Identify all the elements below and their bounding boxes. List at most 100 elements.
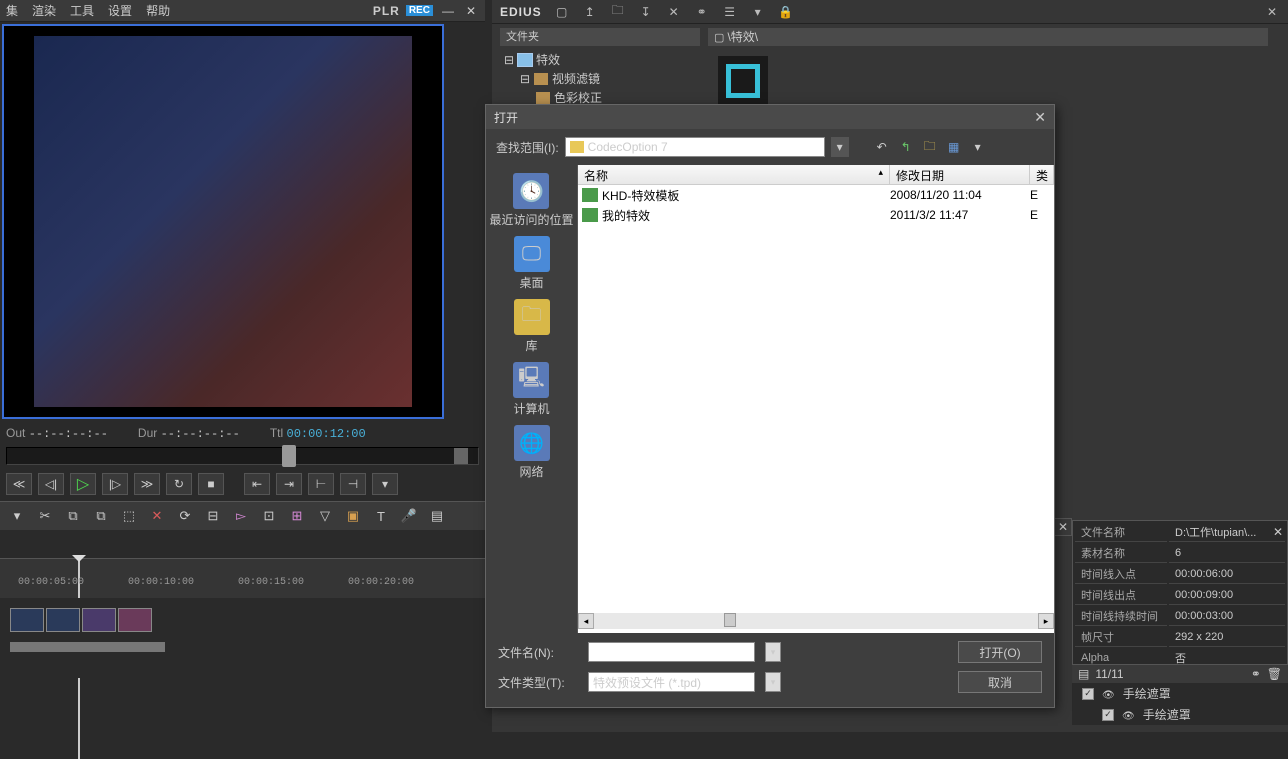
scroll-thumb[interactable] [724, 613, 736, 627]
step-back-button[interactable]: ◁| [38, 473, 64, 495]
link-icon[interactable]: ⚭ [1251, 667, 1261, 681]
menu-help[interactable]: 帮助 [146, 2, 170, 19]
stop-button[interactable]: ■ [198, 473, 224, 495]
group-icon[interactable]: ▣ [342, 506, 364, 526]
tree-toggle[interactable]: ⊟ [504, 53, 514, 67]
filename-dropdown[interactable]: ▾ [765, 642, 781, 662]
place-network[interactable]: 🌐网络 [514, 425, 550, 480]
cut-icon[interactable]: ✂ [34, 506, 56, 526]
view-dropdown[interactable]: ▾ [969, 138, 987, 156]
open-button[interactable]: 打开(O) [958, 641, 1042, 663]
place-computer[interactable]: 🖳计算机 [513, 362, 549, 417]
split-icon[interactable]: ⊟ [202, 506, 224, 526]
loop-button[interactable]: ↻ [166, 473, 192, 495]
tree-toggle[interactable]: ⊟ [520, 72, 530, 86]
more-button[interactable]: ▾ [372, 473, 398, 495]
play-button[interactable]: ▷ [70, 473, 96, 495]
dropdown-icon[interactable]: ▾ [6, 506, 28, 526]
menu-tools[interactable]: 工具 [70, 2, 94, 19]
tree-label[interactable]: 特效 [536, 51, 560, 68]
eye-icon[interactable] [1102, 687, 1115, 701]
layer-row[interactable]: ✓ 手绘遮罩 [1072, 683, 1288, 704]
col-type[interactable]: 类 [1030, 165, 1054, 184]
list-icon[interactable]: ☰ [722, 4, 738, 20]
eye-icon[interactable] [1122, 708, 1135, 722]
export-icon[interactable]: ▤ [426, 506, 448, 526]
track-area[interactable] [0, 598, 485, 678]
effect-thumbnail[interactable] [718, 56, 768, 106]
up-button[interactable]: ↰ [897, 138, 915, 156]
file-list-header[interactable]: 名称▴ 修改日期 类 [578, 165, 1054, 185]
text-icon[interactable]: T [370, 506, 392, 526]
visibility-checkbox[interactable]: ✓ [1082, 688, 1094, 700]
up-icon[interactable]: ↥ [582, 4, 598, 20]
scroll-left[interactable]: ◂ [578, 613, 594, 629]
minimize-button[interactable]: — [439, 4, 457, 18]
audio-icon[interactable]: 🎤 [398, 506, 420, 526]
col-date[interactable]: 修改日期 [890, 165, 1030, 184]
delete-icon[interactable]: ✕ [146, 506, 168, 526]
title-icon[interactable]: ⊡ [258, 506, 280, 526]
clip[interactable] [10, 608, 44, 632]
prev-edit-button[interactable]: ⊢ [308, 473, 334, 495]
menu-render[interactable]: 渲染 [32, 2, 56, 19]
filename-input[interactable] [588, 642, 755, 662]
place-library[interactable]: 🗀库 [514, 299, 550, 354]
tree-label[interactable]: 视频滤镜 [552, 70, 600, 87]
filetype-input[interactable]: 特效预设文件 (*.tpd) [588, 672, 755, 692]
clip[interactable] [118, 608, 152, 632]
visibility-checkbox[interactable]: ✓ [1102, 709, 1114, 721]
place-desktop[interactable]: 🖵桌面 [514, 236, 550, 291]
mark-in-button[interactable]: ⇤ [244, 473, 270, 495]
insert-icon[interactable]: ⊞ [286, 506, 308, 526]
file-row[interactable]: KHD-特效模板 2008/11/20 11:04 E [578, 185, 1054, 205]
panel-close-icon[interactable]: ✕ [1264, 4, 1280, 20]
panel-close-button[interactable]: ✕ [1054, 518, 1072, 536]
timeline-ruler[interactable]: 00:00:05:00 00:00:10:00 00:00:15:00 00:0… [0, 558, 485, 598]
layer-row[interactable]: ✓ 手绘遮罩 [1072, 704, 1288, 725]
newfolder-button[interactable]: 🗀 [921, 138, 939, 156]
audio-track[interactable] [10, 642, 165, 652]
close-icon[interactable]: ✕ [1273, 525, 1283, 539]
ffwd-button[interactable]: ≫ [134, 473, 160, 495]
close-button[interactable]: ✕ [463, 4, 479, 18]
menu-capture[interactable]: 集 [6, 2, 18, 19]
trash-icon[interactable]: 🗑 [1267, 667, 1282, 681]
lookin-combo[interactable]: CodecOption 7 [565, 137, 825, 157]
folder-icon[interactable]: 🗀 [610, 4, 626, 20]
paste-icon[interactable]: ⧉ [90, 506, 112, 526]
dialog-close-button[interactable]: ✕ [1034, 109, 1046, 126]
video-preview[interactable] [2, 24, 444, 419]
scrub-handle[interactable] [282, 445, 296, 467]
marker-icon[interactable]: ▽ [314, 506, 336, 526]
file-row[interactable]: 我的特效 2011/3/2 11:47 E [578, 205, 1054, 225]
dialog-titlebar[interactable]: 打开 ✕ [486, 105, 1054, 129]
scroll-right[interactable]: ▸ [1038, 613, 1054, 629]
import-icon[interactable]: ↧ [638, 4, 654, 20]
scrub-end[interactable] [454, 448, 468, 464]
delete-icon[interactable]: ✕ [666, 4, 682, 20]
list-icon[interactable]: ▤ [1078, 667, 1089, 681]
replace-icon[interactable]: ⬚ [118, 506, 140, 526]
menu-settings[interactable]: 设置 [108, 2, 132, 19]
file-list[interactable]: 名称▴ 修改日期 类 KHD-特效模板 2008/11/20 11:04 E 我… [578, 165, 1054, 633]
place-recent[interactable]: 🕓最近访问的位置 [489, 173, 573, 228]
new-icon[interactable]: ▢ [554, 4, 570, 20]
filetype-dropdown[interactable]: ▾ [765, 672, 781, 692]
ripple-icon[interactable]: ⟳ [174, 506, 196, 526]
lock-icon[interactable]: 🔒 [778, 4, 794, 20]
transition-icon[interactable]: ▻ [230, 506, 252, 526]
rewind-button[interactable]: ≪ [6, 473, 32, 495]
back-button[interactable]: ↶ [873, 138, 891, 156]
step-fwd-button[interactable]: |▷ [102, 473, 128, 495]
prop-icon[interactable]: ▾ [750, 4, 766, 20]
link-icon[interactable]: ⚭ [694, 4, 710, 20]
cancel-button[interactable]: 取消 [958, 671, 1042, 693]
lookin-dropdown[interactable]: ▾ [831, 137, 849, 157]
copy-icon[interactable]: ⧉ [62, 506, 84, 526]
clip[interactable] [82, 608, 116, 632]
scrub-bar[interactable] [6, 447, 479, 465]
view-button[interactable]: ▦ [945, 138, 963, 156]
mark-out-button[interactable]: ⇥ [276, 473, 302, 495]
clip[interactable] [46, 608, 80, 632]
